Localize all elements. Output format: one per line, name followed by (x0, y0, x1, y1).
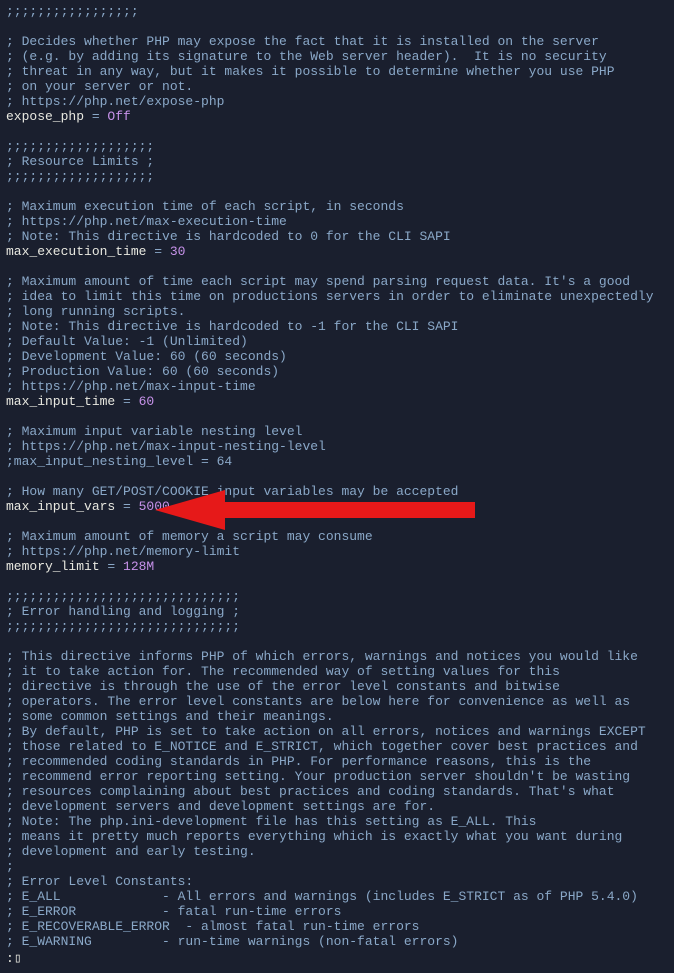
comment-line: ; https://php.net/max-input-time (6, 379, 668, 394)
comment-line: ; Maximum amount of memory a script may … (6, 529, 668, 544)
comment-line: ; threat in any way, but it makes it pos… (6, 64, 668, 79)
comment-line: ; https://php.net/max-input-nesting-leve… (6, 439, 668, 454)
directive-value: 128M (123, 559, 154, 574)
directive-equals: = (115, 394, 138, 409)
directive-line: max_input_time = 60 (6, 394, 668, 409)
comment-line: ; long running scripts. (6, 304, 668, 319)
command-colon: : (6, 951, 14, 966)
comment-line: ; Decides whether PHP may expose the fac… (6, 34, 668, 49)
comment-line: ;max_input_nesting_level = 64 (6, 454, 668, 469)
directive-line-highlighted: max_input_vars = 5000 (6, 499, 668, 514)
comment-line: ; Note: This directive is hardcoded to 0… (6, 229, 668, 244)
comment-line: ; idea to limit this time on productions… (6, 289, 668, 304)
directive-equals: = (84, 109, 107, 124)
blank-line (6, 124, 668, 139)
comment-line: ; E_ALL - All errors and warnings (inclu… (6, 889, 668, 904)
comment-line: ; Development Value: 60 (60 seconds) (6, 349, 668, 364)
comment-line: ; development and early testing. (6, 844, 668, 859)
comment-line: ; E_WARNING - run-time warnings (non-fat… (6, 934, 668, 949)
comment-line: ; https://php.net/expose-php (6, 94, 668, 109)
comment-line: ; (6, 859, 668, 874)
directive-equals: = (100, 559, 123, 574)
comment-line: ; Note: The php.ini-development file has… (6, 814, 668, 829)
editor-viewport[interactable]: ;;;;;;;;;;;;;;;;; ; Decides whether PHP … (6, 4, 668, 966)
cursor-icon: ▯ (14, 951, 22, 966)
directive-equals: = (146, 244, 169, 259)
blank-line (6, 469, 668, 484)
blank-line (6, 514, 668, 529)
blank-line (6, 574, 668, 589)
comment-line: ; some common settings and their meaning… (6, 709, 668, 724)
comment-line: ; means it pretty much reports everythin… (6, 829, 668, 844)
comment-line: ; development servers and development se… (6, 799, 668, 814)
comment-line: ;;;;;;;;;;;;;;;;;;; (6, 139, 668, 154)
directive-equals: = (115, 499, 138, 514)
directive-key: max_input_time (6, 394, 115, 409)
comment-line: ; recommend error reporting setting. You… (6, 769, 668, 784)
comment-line: ; Error Level Constants: (6, 874, 668, 889)
directive-line: memory_limit = 128M (6, 559, 668, 574)
comment-line: ; resources complaining about best pract… (6, 784, 668, 799)
comment-line: ; Error handling and logging ; (6, 604, 668, 619)
comment-line: ;;;;;;;;;;;;;;;;; (6, 4, 668, 19)
comment-line: ; E_ERROR - fatal run-time errors (6, 904, 668, 919)
comment-line: ;;;;;;;;;;;;;;;;;;;;;;;;;;;;;; (6, 589, 668, 604)
directive-value: 60 (139, 394, 155, 409)
directive-key: max_execution_time (6, 244, 146, 259)
comment-line: ; operators. The error level constants a… (6, 694, 668, 709)
comment-line: ; By default, PHP is set to take action … (6, 724, 668, 739)
directive-line: expose_php = Off (6, 109, 668, 124)
comment-line: ; Maximum input variable nesting level (6, 424, 668, 439)
comment-line: ;;;;;;;;;;;;;;;;;;;;;;;;;;;;;; (6, 619, 668, 634)
blank-line (6, 259, 668, 274)
blank-line (6, 409, 668, 424)
comment-line: ; Maximum amount of time each script may… (6, 274, 668, 289)
comment-line: ; Production Value: 60 (60 seconds) (6, 364, 668, 379)
comment-line: ; Maximum execution time of each script,… (6, 199, 668, 214)
command-line[interactable]: :▯ (6, 951, 668, 966)
directive-key: memory_limit (6, 559, 100, 574)
comment-line: ; This directive informs PHP of which er… (6, 649, 668, 664)
comment-line: ; https://php.net/memory-limit (6, 544, 668, 559)
comment-line: ; How many GET/POST/COOKIE input variabl… (6, 484, 668, 499)
blank-line (6, 634, 668, 649)
comment-line: ;;;;;;;;;;;;;;;;;;; (6, 169, 668, 184)
comment-line: ; it to take action for. The recommended… (6, 664, 668, 679)
directive-key: expose_php (6, 109, 84, 124)
comment-line: ; those related to E_NOTICE and E_STRICT… (6, 739, 668, 754)
blank-line (6, 19, 668, 34)
directive-value: 30 (170, 244, 186, 259)
comment-line: ; Note: This directive is hardcoded to -… (6, 319, 668, 334)
comment-line: ; on your server or not. (6, 79, 668, 94)
comment-line: ; directive is through the use of the er… (6, 679, 668, 694)
directive-key: max_input_vars (6, 499, 115, 514)
directive-value: 5000 (139, 499, 170, 514)
comment-line: ; https://php.net/max-execution-time (6, 214, 668, 229)
comment-line: ; E_RECOVERABLE_ERROR - almost fatal run… (6, 919, 668, 934)
comment-line: ; (e.g. by adding its signature to the W… (6, 49, 668, 64)
blank-line (6, 184, 668, 199)
directive-value: Off (107, 109, 130, 124)
directive-line: max_execution_time = 30 (6, 244, 668, 259)
comment-line: ; Default Value: -1 (Unlimited) (6, 334, 668, 349)
comment-line: ; Resource Limits ; (6, 154, 668, 169)
comment-line: ; recommended coding standards in PHP. F… (6, 754, 668, 769)
